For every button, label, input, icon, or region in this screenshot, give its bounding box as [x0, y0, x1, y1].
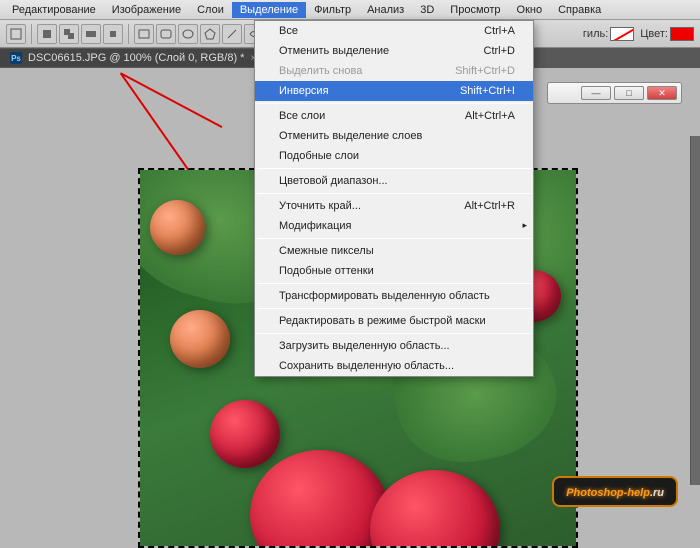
selection-add-icon[interactable] — [59, 24, 79, 44]
menu-item-similar[interactable]: Подобные оттенки — [255, 261, 533, 281]
panel-window-controls: — □ ✕ — [547, 82, 682, 104]
menu-image[interactable]: Изображение — [104, 2, 189, 18]
menu-filter[interactable]: Фильтр — [306, 2, 359, 18]
menu-item-refine-edge[interactable]: Уточнить край...Alt+Ctrl+R — [255, 196, 533, 216]
berry — [250, 450, 390, 548]
shape-roundrect-icon[interactable] — [156, 24, 176, 44]
tool-preset-icon[interactable] — [6, 24, 26, 44]
style-swatch-none[interactable] — [610, 27, 634, 41]
close-button[interactable]: ✕ — [647, 86, 677, 100]
menu-item-similar-layers[interactable]: Подобные слои — [255, 146, 533, 166]
separator — [31, 24, 32, 44]
menu-separator — [257, 283, 531, 284]
menu-separator — [257, 333, 531, 334]
menu-item-transform-selection[interactable]: Трансформировать выделенную область — [255, 286, 533, 306]
menu-item-deselect-layers[interactable]: Отменить выделение слоев — [255, 126, 533, 146]
color-swatch[interactable] — [670, 27, 694, 41]
menu-item-inverse[interactable]: ИнверсияShift+Ctrl+I — [255, 81, 533, 101]
menubar: Редактирование Изображение Слои Выделени… — [0, 0, 700, 20]
berry — [370, 470, 500, 548]
separator — [128, 24, 129, 44]
color-label: Цвет: — [640, 28, 668, 40]
berry — [210, 400, 280, 468]
menu-item-quick-mask[interactable]: Редактировать в режиме быстрой маски — [255, 311, 533, 331]
menu-select[interactable]: Выделение — [232, 2, 306, 18]
menu-item-all[interactable]: ВсеCtrl+A — [255, 21, 533, 41]
shape-ellipse-icon[interactable] — [178, 24, 198, 44]
berry — [150, 200, 205, 255]
menu-edit[interactable]: Редактирование — [4, 2, 104, 18]
menu-3d[interactable]: 3D — [412, 2, 442, 18]
annotation-line — [120, 72, 222, 128]
menu-item-deselect[interactable]: Отменить выделениеCtrl+D — [255, 41, 533, 61]
menu-view[interactable]: Просмотр — [442, 2, 508, 18]
menu-analysis[interactable]: Анализ — [359, 2, 412, 18]
menu-item-grow[interactable]: Смежные пикселы — [255, 241, 533, 261]
selection-subtract-icon[interactable] — [81, 24, 101, 44]
shape-polygon-icon[interactable] — [200, 24, 220, 44]
selection-new-icon[interactable] — [37, 24, 57, 44]
menu-item-all-layers[interactable]: Все слоиAlt+Ctrl+A — [255, 106, 533, 126]
selection-intersect-icon[interactable] — [103, 24, 123, 44]
document-title: DSC06615.JPG @ 100% (Слой 0, RGB/8) * — [28, 52, 244, 64]
style-label: гиль: — [583, 28, 608, 40]
menu-separator — [257, 308, 531, 309]
menu-window[interactable]: Окно — [509, 2, 551, 18]
menu-item-load-selection[interactable]: Загрузить выделенную область... — [255, 336, 533, 356]
document-tab[interactable]: Ps DSC06615.JPG @ 100% (Слой 0, RGB/8) *… — [0, 49, 266, 67]
panel-dock-strip[interactable] — [690, 136, 700, 485]
select-menu-dropdown: ВсеCtrl+A Отменить выделениеCtrl+D Выдел… — [254, 20, 534, 377]
photoshop-file-icon: Ps — [10, 52, 22, 64]
minimize-button[interactable]: — — [581, 86, 611, 100]
menu-item-modify[interactable]: Модификация — [255, 216, 533, 236]
berry — [170, 310, 230, 368]
shape-line-icon[interactable] — [222, 24, 242, 44]
menu-separator — [257, 103, 531, 104]
menu-help[interactable]: Справка — [550, 2, 609, 18]
menu-item-reselect: Выделить сноваShift+Ctrl+D — [255, 61, 533, 81]
watermark-logo: Photoshop-help.ru — [552, 476, 678, 507]
menu-separator — [257, 238, 531, 239]
menu-item-color-range[interactable]: Цветовой диапазон... — [255, 171, 533, 191]
maximize-button[interactable]: □ — [614, 86, 644, 100]
shape-rect-icon[interactable] — [134, 24, 154, 44]
menu-separator — [257, 168, 531, 169]
menu-layer[interactable]: Слои — [189, 2, 232, 18]
menu-separator — [257, 193, 531, 194]
menu-item-save-selection[interactable]: Сохранить выделенную область... — [255, 356, 533, 376]
